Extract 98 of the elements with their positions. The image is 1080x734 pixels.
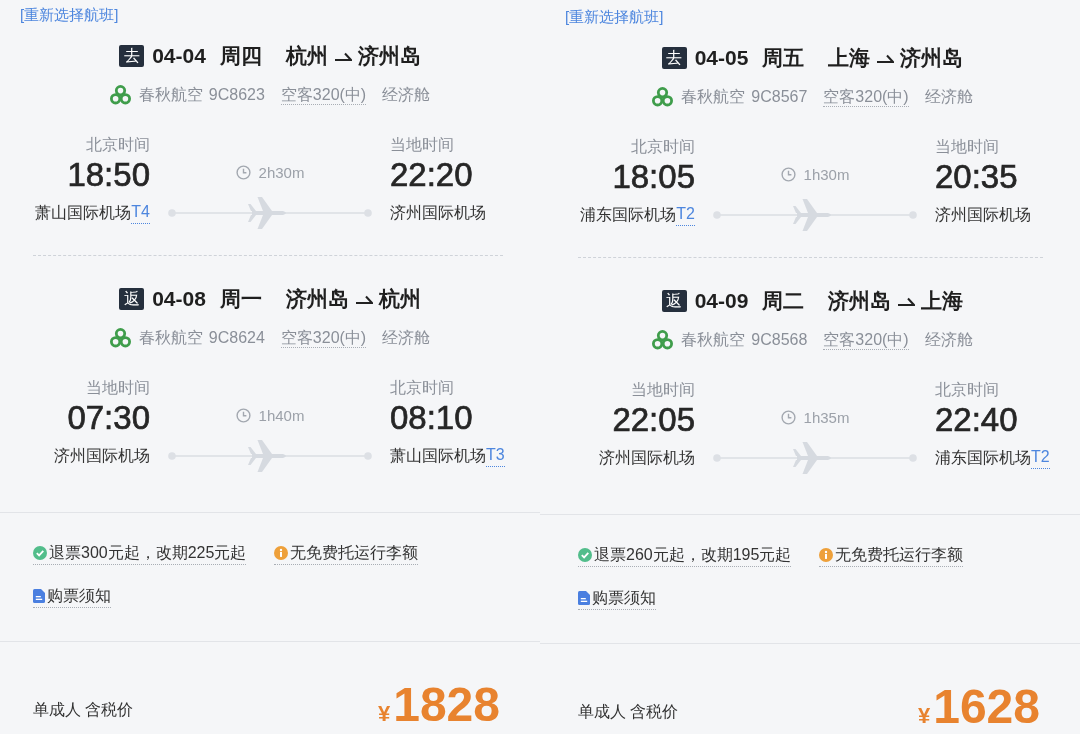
flight-date: 04-09 [694,289,749,313]
trip-direction-badge: 去 [119,45,145,67]
time-zone-label: 当地时间 [86,378,150,398]
flight-date: 04-04 [152,44,206,68]
info-icon [819,548,834,562]
terminal-link[interactable]: T4 [131,202,150,224]
reselect-flight-link[interactable]: [重新选择航班] [565,8,664,25]
document-icon [33,589,45,603]
flight-duration: 2h30m [258,163,305,181]
origin-city: 济州岛 [828,288,892,314]
trefoil-logo-icon [652,87,674,107]
cabin-class: 经济舱 [924,86,973,107]
departure-time: 18:05 [612,157,695,197]
plane-route-icon [713,441,917,475]
total-price: ¥1828 [377,681,500,733]
departure-airport: 济州国际机场 [599,448,695,468]
flight-duration: 1h35m [803,408,850,426]
departure-airport: 济州国际机场 [54,446,150,466]
arrival-airport: 浦东国际机场 [935,448,1031,468]
destination-city: 济州岛 [357,43,421,69]
time-zone-label: 北京时间 [631,137,695,157]
note-link[interactable]: 购票须知 [33,585,111,608]
price-label: 单成人 含税价 [33,700,134,720]
cabin-class: 经济舱 [382,327,431,348]
flight-number: 9C8623 [208,86,265,104]
departure-time: 18:50 [67,155,150,195]
airline-name: 春秋航空 [681,329,746,350]
check-circle-icon [578,548,592,562]
origin-city: 上海 [828,45,871,71]
trefoil-logo-icon [109,85,131,105]
airline-name: 春秋航空 [681,86,746,107]
arrival-time: 20:35 [935,157,1018,197]
weekday: 周二 [762,288,805,314]
document-icon [578,591,590,605]
time-zone-label: 当地时间 [935,137,999,157]
plane-route-icon [168,196,372,230]
terminal-link[interactable]: T3 [486,445,505,467]
note-link[interactable]: 退票260元起，改期195元起 [578,544,792,567]
trefoil-logo-icon [109,328,131,348]
flight-date: 04-05 [694,46,749,70]
trefoil-logo-icon [652,330,674,350]
clock-icon [235,407,251,423]
flight-number: 9C8567 [751,88,808,106]
departure-airport: 萧山国际机场 [35,203,132,223]
time-zone-label: 北京时间 [86,135,150,155]
arrival-time: 08:10 [390,398,473,438]
departure-airport: 浦东国际机场 [580,205,677,225]
note-link[interactable]: 退票300元起，改期225元起 [33,542,247,565]
trip-direction-badge: 去 [661,47,687,69]
terminal-link[interactable]: T2 [1031,447,1050,469]
clock-icon [780,409,796,425]
plane-route-icon [168,439,372,473]
clock-icon [780,166,796,182]
time-zone-label: 当地时间 [390,135,454,155]
destination-city: 上海 [921,288,964,314]
time-zone-label: 北京时间 [390,378,454,398]
trip-direction-badge: 返 [119,288,145,310]
arrival-airport: 济州国际机场 [390,203,486,223]
weekday: 周四 [219,43,262,69]
weekday: 周一 [219,286,262,312]
trip-direction-badge: 返 [661,290,687,312]
flight-number: 9C8624 [208,329,265,347]
aircraft-type[interactable]: 空客320(中) [823,330,909,350]
time-zone-label: 当地时间 [631,380,695,400]
airline-name: 春秋航空 [138,327,203,348]
departure-time: 07:30 [67,398,150,438]
aircraft-type[interactable]: 空客320(中) [823,87,909,107]
airline-name: 春秋航空 [138,84,203,105]
total-price: ¥1628 [917,683,1040,734]
cabin-class: 经济舱 [924,329,973,350]
note-link[interactable]: 购票须知 [578,587,656,610]
flight-duration: 1h30m [803,165,850,183]
origin-city: 杭州 [285,43,328,69]
info-icon [274,546,289,560]
arrival-time: 22:20 [390,155,473,195]
note-link[interactable]: 无免费托运行李额 [819,544,964,567]
aircraft-type[interactable]: 空客320(中) [280,85,367,105]
weekday: 周五 [762,45,805,71]
arrival-airport: 萧山国际机场 [390,446,486,466]
check-circle-icon [33,546,47,560]
aircraft-type[interactable]: 空客320(中) [280,328,367,348]
clock-icon [235,164,251,180]
origin-city: 济州岛 [285,286,349,312]
arrival-airport: 济州国际机场 [935,205,1031,225]
departure-time: 22:05 [612,400,695,440]
note-link[interactable]: 无免费托运行李额 [274,542,419,565]
arrival-time: 22:40 [935,400,1018,440]
price-label: 单成人 含税价 [578,702,679,722]
cabin-class: 经济舱 [382,84,431,105]
time-zone-label: 北京时间 [935,380,999,400]
terminal-link[interactable]: T2 [676,204,695,226]
reselect-flight-link[interactable]: [重新选择航班] [20,6,119,23]
destination-city: 济州岛 [900,45,964,71]
flight-date: 04-08 [152,287,206,311]
flight-number: 9C8568 [751,331,808,349]
plane-route-icon [713,198,917,232]
flight-duration: 1h40m [258,406,305,424]
destination-city: 杭州 [378,286,421,312]
